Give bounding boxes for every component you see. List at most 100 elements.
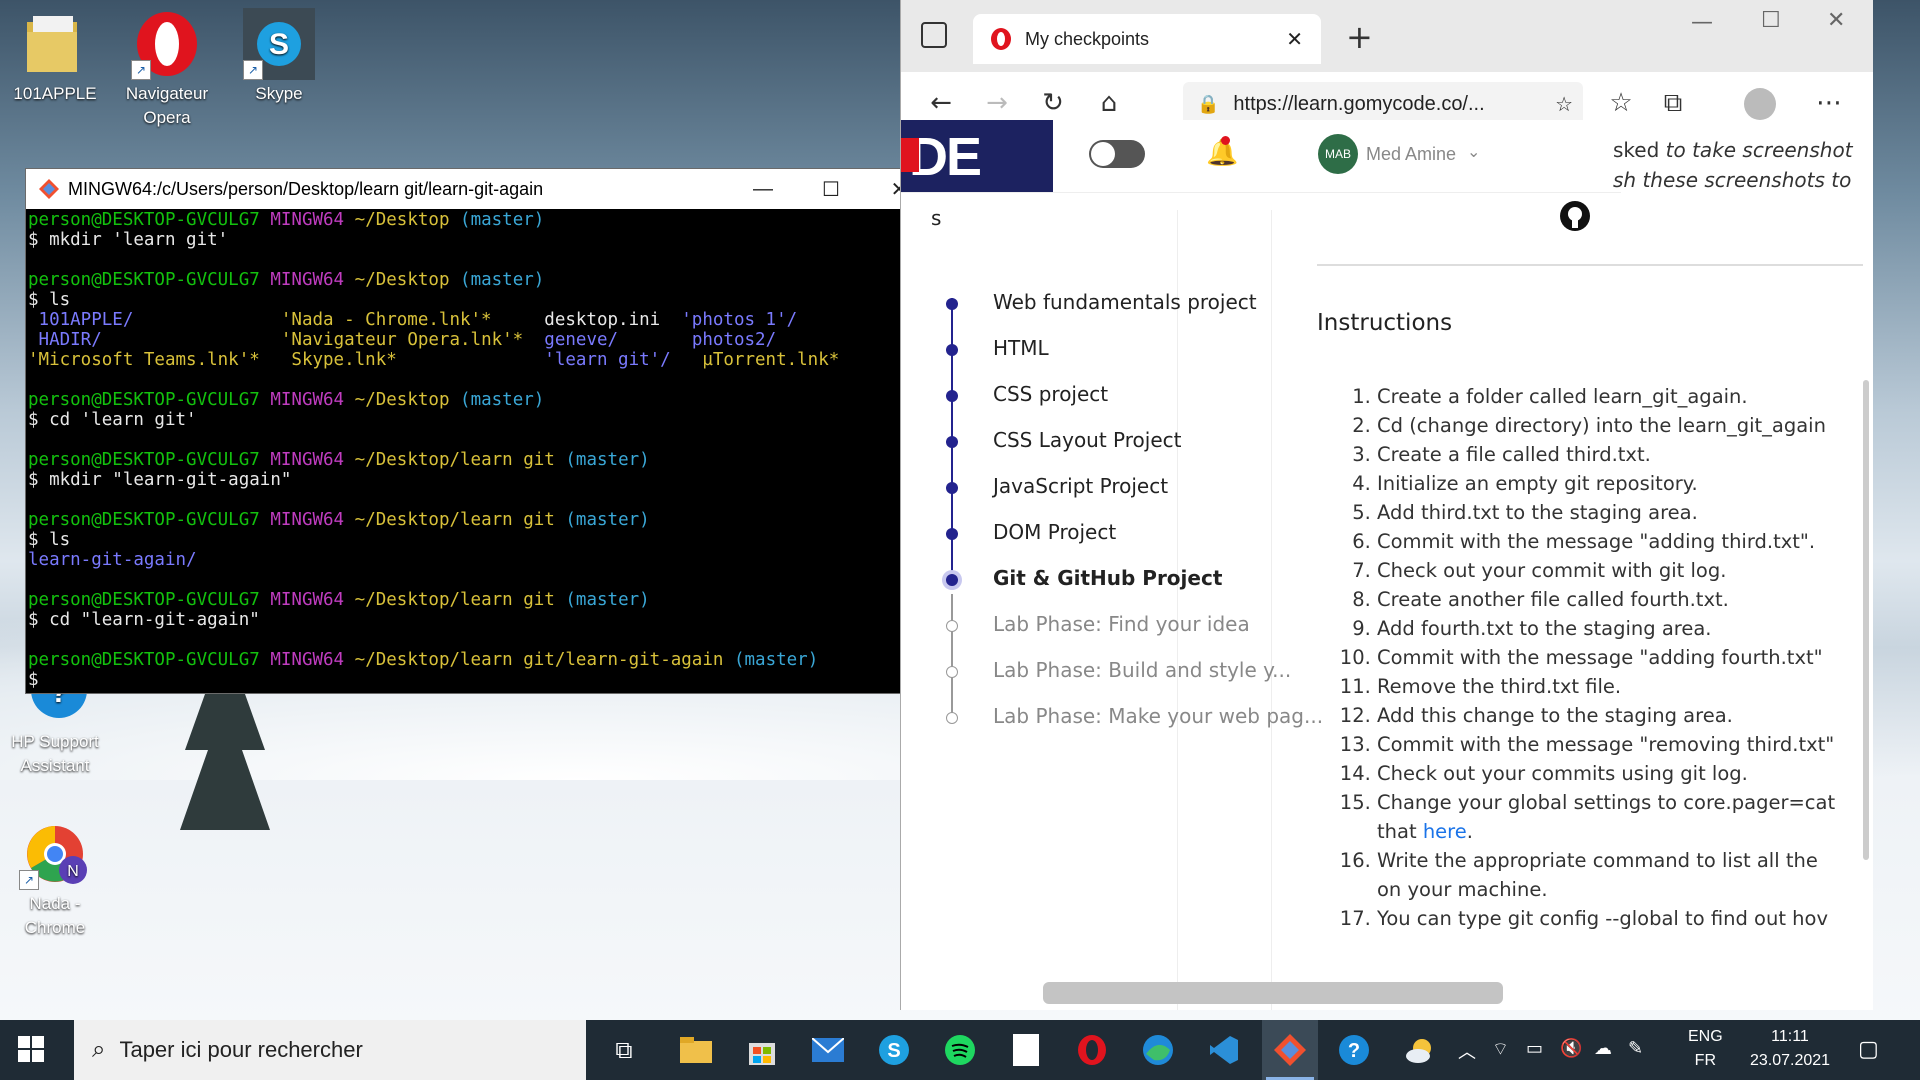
- svg-text:?: ?: [1348, 1040, 1360, 1062]
- sidebar-item[interactable]: Web fundamentals project: [993, 290, 1257, 314]
- notification-badge: [1221, 136, 1230, 145]
- minimize-button[interactable]: —: [729, 169, 797, 209]
- logo-red-mark: [901, 138, 919, 172]
- horizontal-scrollbar[interactable]: [1043, 982, 1503, 1004]
- minimize-browser-button[interactable]: —: [1691, 10, 1713, 35]
- desktop-icon-skype[interactable]: S ↗ Skype: [234, 8, 324, 106]
- page-scrollbar[interactable]: [1863, 380, 1869, 860]
- chevron-down-icon[interactable]: ⌄: [1467, 142, 1480, 161]
- browser-window[interactable]: My checkpoints ✕ + — ☐ ✕ ← → ↻ ⌂ 🔒 https…: [900, 0, 1873, 1010]
- svg-text:S: S: [269, 28, 289, 61]
- taskbar-search[interactable]: ⌕ Taper ici pour rechercher: [74, 1020, 586, 1080]
- task-view-icon[interactable]: ⧉: [604, 1030, 644, 1070]
- shortcut-arrow-icon: ↗: [243, 60, 263, 80]
- theme-toggle[interactable]: [1089, 140, 1145, 168]
- add-favorite-icon[interactable]: ☆: [1555, 92, 1573, 117]
- wifi-icon[interactable]: ⌔: [1492, 1038, 1509, 1061]
- close-browser-button[interactable]: ✕: [1827, 8, 1845, 33]
- site-logo[interactable]: DE: [901, 120, 1053, 192]
- notification-center-icon[interactable]: ▢: [1858, 1036, 1879, 1062]
- step-item: Write the appropriate command to list al…: [1377, 846, 1867, 904]
- close-tab-icon[interactable]: ✕: [1286, 27, 1303, 52]
- terminal-title-bar[interactable]: MINGW64:/c/Users/person/Desktop/learn gi…: [26, 169, 933, 209]
- git-bash-taskbar-icon: [1274, 1034, 1306, 1066]
- shortcut-arrow-icon: ↗: [19, 870, 39, 890]
- search-icon: ⌕: [92, 1036, 106, 1063]
- step-item: You can type git config --global to find…: [1377, 904, 1867, 933]
- command-line: $ ls: [28, 530, 71, 550]
- timeline-dot: [946, 344, 958, 356]
- avatar[interactable]: MAB: [1318, 134, 1358, 174]
- vscode-icon[interactable]: [1204, 1030, 1244, 1070]
- desktop-icon-opera[interactable]: ↗ Navigateur Opera: [122, 8, 212, 130]
- sidebar-item[interactable]: HTML: [993, 336, 1049, 360]
- help-taskbar-icon[interactable]: ?: [1334, 1030, 1374, 1070]
- timeline-dot-locked: [946, 712, 958, 724]
- svg-text:S: S: [887, 1040, 900, 1062]
- sidebar-item[interactable]: CSS Layout Project: [993, 428, 1182, 452]
- chrome-icon: N ↗: [19, 818, 91, 890]
- maximize-browser-button[interactable]: ☐: [1761, 8, 1781, 33]
- language-indicator[interactable]: ENG FR: [1688, 1028, 1723, 1070]
- weather-icon[interactable]: [1400, 1030, 1440, 1070]
- file-explorer-icon[interactable]: [676, 1030, 716, 1070]
- terminal-output[interactable]: person@DESKTOP-GVCULG7 MINGW64 ~/Desktop…: [26, 210, 911, 693]
- desktop-icon-nada-chrome[interactable]: N ↗ Nada - Chrome: [10, 818, 100, 940]
- sidebar-item-locked[interactable]: Lab Phase: Make your web pag...: [993, 704, 1323, 728]
- tab-actions-icon[interactable]: [921, 22, 947, 48]
- step-item: Remove the third.txt file.: [1377, 672, 1867, 701]
- timeline-dot: [946, 436, 958, 448]
- terminal-title: MINGW64:/c/Users/person/Desktop/learn gi…: [68, 178, 544, 199]
- here-link[interactable]: here: [1423, 820, 1467, 843]
- command-line: $ cd "learn-git-again": [28, 610, 260, 630]
- windows-start-icon[interactable]: [18, 1036, 46, 1068]
- sidebar-item[interactable]: DOM Project: [993, 520, 1116, 544]
- step-item: Change your global settings to core.page…: [1377, 788, 1867, 846]
- git-bash-icon: [39, 179, 59, 199]
- sidebar-item-locked[interactable]: Lab Phase: Build and style y...: [993, 658, 1291, 682]
- instructions-title: Instructions: [1317, 310, 1453, 336]
- opera-taskbar-icon[interactable]: [1072, 1030, 1112, 1070]
- timeline-dot-current: [946, 574, 958, 586]
- pen-icon[interactable]: ✎: [1628, 1038, 1643, 1059]
- spotify-icon[interactable]: [940, 1030, 980, 1070]
- terminal-window[interactable]: MINGW64:/c/Users/person/Desktop/learn gi…: [25, 168, 934, 694]
- onedrive-icon[interactable]: ☁: [1594, 1038, 1612, 1059]
- step-item: Cd (change directory) into the learn_git…: [1377, 411, 1867, 440]
- sidebar-item[interactable]: JavaScript Project: [993, 474, 1168, 498]
- volume-icon[interactable]: 🔇: [1560, 1038, 1582, 1059]
- instructions-list: Create a folder called learn_git_again. …: [1317, 382, 1867, 933]
- profile-icon[interactable]: [1744, 88, 1776, 120]
- step-item: Create another file called fourth.txt.: [1377, 585, 1867, 614]
- command-prompt[interactable]: $: [28, 670, 39, 690]
- sidebar-item-current[interactable]: Git & GitHub Project: [993, 566, 1222, 590]
- maximize-button[interactable]: ☐: [797, 169, 865, 209]
- timeline-dot: [946, 482, 958, 494]
- github-icon[interactable]: [1559, 200, 1591, 232]
- notepad-icon[interactable]: [1006, 1030, 1046, 1070]
- step-item: Add fourth.txt to the staging area.: [1377, 614, 1867, 643]
- opera-tab-icon: [991, 28, 1011, 50]
- tab-my-checkpoints[interactable]: My checkpoints ✕: [973, 14, 1321, 64]
- new-tab-icon[interactable]: +: [1346, 18, 1373, 56]
- clock[interactable]: 11:11 23.07.2021: [1740, 1028, 1840, 1070]
- sidebar-item-locked[interactable]: Lab Phase: Find your idea: [993, 612, 1250, 636]
- git-bash-taskbar-button[interactable]: [1262, 1020, 1318, 1080]
- edge-icon[interactable]: [1138, 1030, 1178, 1070]
- url-text: https://learn.gomycode.co/...: [1233, 92, 1485, 115]
- step-item: Commit with the message "adding third.tx…: [1377, 527, 1867, 556]
- command-line: $ mkdir 'learn git': [28, 230, 229, 250]
- step-item: Check out your commit with git log.: [1377, 556, 1867, 585]
- store-icon[interactable]: [742, 1030, 782, 1070]
- chevron-up-icon[interactable]: ︿: [1458, 1038, 1476, 1064]
- step-item: Initialize an empty git repository.: [1377, 469, 1867, 498]
- skype-taskbar-icon[interactable]: S: [874, 1030, 914, 1070]
- battery-icon[interactable]: ▭: [1526, 1038, 1543, 1059]
- shortcut-arrow-icon: ↗: [131, 60, 151, 80]
- user-name[interactable]: Med Amine: [1366, 144, 1456, 165]
- command-line: $ cd 'learn git': [28, 410, 197, 430]
- mail-icon[interactable]: [808, 1030, 848, 1070]
- step-item: Commit with the message "removing third.…: [1377, 730, 1867, 759]
- sidebar-item[interactable]: CSS project: [993, 382, 1108, 406]
- desktop-icon-101apple[interactable]: 101APPLE: [10, 8, 100, 106]
